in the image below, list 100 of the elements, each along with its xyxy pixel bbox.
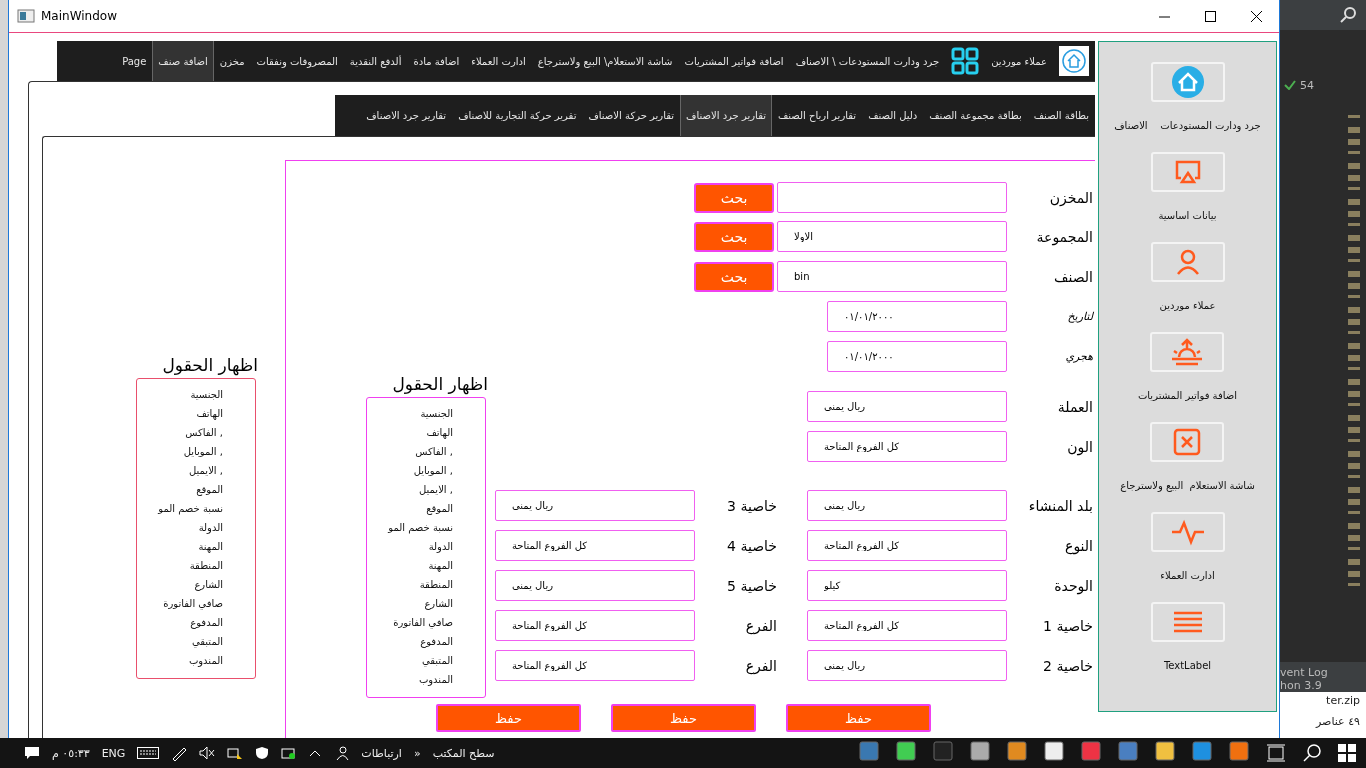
sub-tab[interactable]: تقارير حركة الاصناف — [582, 95, 681, 136]
input-field[interactable]: ريال يمني — [807, 490, 1007, 521]
list-item[interactable]: صافي الفاتورة — [393, 613, 453, 632]
sub-tab[interactable]: تقارير جرد الاصناف — [680, 95, 772, 136]
windows-icon[interactable] — [1338, 744, 1356, 762]
nav-tab[interactable]: ألدفع النقدية — [343, 41, 408, 81]
nav-tab[interactable]: مخزن — [213, 41, 251, 81]
nav-tab[interactable]: شاشة الاستعلام\ البيع ولاسترجاع — [531, 41, 679, 81]
chevron-up-icon[interactable] — [309, 749, 322, 757]
list-item[interactable]: المتبقي — [421, 651, 453, 670]
network-icon[interactable] — [227, 746, 244, 760]
list-item[interactable]: صافي الفاتورة — [163, 594, 223, 613]
list-item[interactable]: المدفوع — [420, 632, 453, 651]
sub-tab[interactable]: بطاقة الصنف — [1027, 95, 1095, 136]
list-item[interactable]: الموبايل , — [183, 442, 223, 461]
list-item[interactable]: نسبة خصم المو — [388, 518, 453, 537]
shield-icon[interactable] — [255, 746, 270, 760]
list-item[interactable]: المدفوع — [190, 613, 223, 632]
nav-tab[interactable]: عملاء موردين — [985, 41, 1053, 81]
app-icon[interactable] — [1007, 741, 1027, 761]
input-field[interactable]: كل الفروع المتاحة — [495, 610, 695, 641]
nav-tab[interactable]: اضافة مادة — [407, 41, 466, 81]
date-field[interactable]: ٠١/٠١/٢٠٠٠ — [827, 341, 1007, 372]
list-item[interactable]: المنطقة — [189, 556, 223, 575]
speaker-muted-icon[interactable] — [199, 746, 216, 760]
input-field[interactable]: الاولا — [777, 221, 1007, 252]
search-icon[interactable] — [1303, 744, 1321, 762]
sub-tab[interactable]: تقارير جرد الاصناف — [360, 95, 453, 136]
app-icon[interactable] — [1044, 741, 1064, 761]
input-field[interactable]: ريال يمني — [495, 570, 695, 601]
nav-tab[interactable]: جرد ودارت المستودعات \ الاصناف — [789, 41, 946, 81]
sidebar-button[interactable] — [1150, 332, 1225, 372]
input-field[interactable]: كل الفروع المتاحة — [495, 650, 695, 681]
security-icon[interactable] — [281, 746, 298, 760]
app-icon[interactable] — [970, 741, 990, 761]
input-field[interactable]: bin — [777, 261, 1007, 292]
list-item[interactable]: المهنة — [198, 537, 223, 556]
list-item[interactable]: الجنسية — [420, 404, 453, 423]
task-view-icon[interactable] — [1266, 744, 1286, 762]
nav-tab[interactable]: اضافة صنف — [152, 41, 214, 81]
input-field[interactable]: كيلو — [807, 570, 1007, 601]
list-item[interactable]: المتبقي — [191, 632, 223, 651]
nav-tab[interactable]: اضافة فواتير المشتريات — [678, 41, 790, 81]
search-icon[interactable] — [1340, 7, 1356, 23]
sub-tab[interactable]: تقارير ارباح الصنف — [772, 95, 863, 136]
notification-icon[interactable] — [24, 746, 40, 760]
home-icon[interactable] — [1059, 46, 1089, 76]
sub-tab[interactable]: دليل الصنف — [862, 95, 924, 136]
links-toolbar[interactable]: ارتباطات — [361, 746, 402, 760]
list-item[interactable]: المهنة — [428, 556, 453, 575]
list-item[interactable]: الايميل , — [419, 480, 453, 499]
sidebar-button[interactable] — [1150, 62, 1225, 102]
list-item[interactable]: الهاتف — [196, 404, 223, 423]
app-icon[interactable] — [1229, 741, 1249, 761]
list-item[interactable]: المندوب — [188, 651, 223, 670]
nav-tab[interactable]: ادارت العملاء — [465, 41, 532, 81]
list-item[interactable]: الايميل , — [189, 461, 223, 480]
list-item[interactable]: الجنسية — [190, 385, 223, 404]
input-field[interactable]: كل الفروع المتاحة — [807, 431, 1007, 462]
sidebar-button[interactable] — [1150, 152, 1225, 192]
input-field[interactable]: كل الفروع المتاحة — [495, 530, 695, 561]
input-field[interactable]: كل الفروع المتاحة — [807, 610, 1007, 641]
grid-icon[interactable] — [951, 47, 980, 75]
language-text[interactable]: ENG — [101, 746, 126, 760]
input-field[interactable]: كل الفروع المتاحة — [807, 530, 1007, 561]
app-icon[interactable] — [1155, 741, 1175, 761]
input-field[interactable]: ريال يمني — [807, 650, 1007, 681]
list-item[interactable]: الموقع — [426, 499, 453, 518]
nav-tab[interactable]: Page — [116, 41, 153, 81]
list-item[interactable]: الموبايل , — [413, 461, 453, 480]
sidebar-button[interactable] — [1150, 242, 1225, 282]
sub-tab[interactable]: تقرير حركة التجارية للاصناف — [452, 95, 583, 136]
maximize-icon[interactable] — [1204, 10, 1216, 22]
list-item[interactable]: الفاكس , — [185, 423, 223, 442]
sidebar-button[interactable] — [1150, 422, 1225, 462]
list-item[interactable]: الموقع — [196, 480, 223, 499]
date-field[interactable]: ٠١/٠١/٢٠٠٠ — [827, 301, 1007, 332]
list-item[interactable]: نسبة خصم المو — [158, 499, 223, 518]
nav-tab[interactable]: المصروفات ونفقات — [250, 41, 344, 81]
sidebar-button[interactable] — [1150, 512, 1225, 552]
list-item[interactable]: المنطقة — [419, 575, 453, 594]
list-item[interactable]: الدولة — [428, 537, 453, 556]
pen-icon[interactable] — [171, 745, 188, 761]
close-icon[interactable] — [1250, 10, 1262, 22]
desktop-toolbar[interactable]: سطح المكتب — [432, 746, 495, 760]
list-item[interactable]: الشارع — [424, 594, 453, 613]
input-field[interactable]: ريال يمني — [495, 490, 695, 521]
clock-text[interactable]: ٠٥:٣٣ م — [52, 746, 90, 760]
sidebar-button[interactable] — [1150, 602, 1225, 642]
keyboard-icon[interactable] — [137, 747, 160, 759]
list-item[interactable]: المندوب — [418, 670, 453, 689]
sub-tab[interactable]: بطاقة مجموعة الصنف — [923, 95, 1028, 136]
list-item[interactable]: الدولة — [198, 518, 223, 537]
list-item[interactable]: الهاتف — [426, 423, 453, 442]
toolbar-chevron[interactable]: » — [413, 746, 421, 760]
input-field[interactable] — [777, 182, 1007, 213]
app-icon[interactable] — [896, 741, 916, 761]
input-field[interactable]: ريال يمني — [807, 391, 1007, 422]
list-item[interactable]: الفاكس , — [415, 442, 453, 461]
list-item[interactable]: الشارع — [194, 575, 223, 594]
